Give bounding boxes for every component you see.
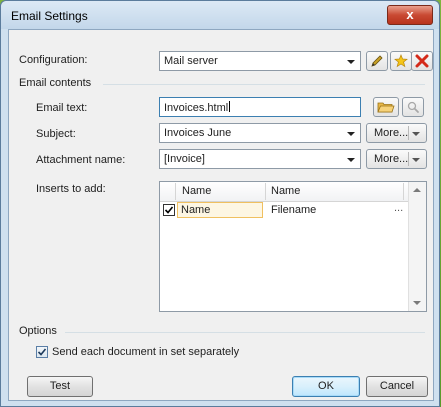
configuration-value: Mail server: [164, 55, 218, 67]
magnifier-icon: [407, 101, 419, 113]
cancel-button[interactable]: Cancel: [366, 376, 428, 397]
configuration-label: Configuration:: [19, 54, 88, 66]
chevron-down-icon: [347, 132, 355, 136]
email-settings-window: Email Settings x Configuration: Mail ser…: [0, 0, 440, 407]
close-button[interactable]: x: [387, 5, 433, 25]
split-divider: [408, 152, 409, 166]
row-name-cell: Name: [181, 204, 211, 216]
email-text-input[interactable]: Invoices.html: [159, 97, 361, 117]
column-divider: [403, 183, 404, 200]
email-contents-section-label: Email contents: [19, 77, 92, 89]
preview-button[interactable]: [402, 97, 424, 117]
grid-header: Name Name: [160, 182, 409, 202]
attachment-name-value: [Invoice]: [164, 153, 205, 165]
inserts-grid[interactable]: Name Name Name Filename ...: [159, 181, 427, 312]
section-divider: [103, 84, 425, 85]
column-divider: [175, 183, 176, 200]
browse-file-button[interactable]: [373, 97, 399, 117]
pencil-icon: [371, 55, 383, 67]
scroll-down-icon[interactable]: [413, 301, 421, 305]
table-row[interactable]: Name Filename ...: [160, 201, 409, 219]
subject-label: Subject:: [36, 128, 76, 140]
configuration-select[interactable]: Mail server: [159, 51, 361, 71]
subject-more-button[interactable]: More...: [366, 123, 427, 143]
more-button-label: More...: [374, 153, 409, 165]
subject-value: Invoices June: [164, 127, 232, 139]
column-header-value[interactable]: Name: [271, 185, 300, 197]
chevron-down-icon: [347, 158, 355, 162]
dialog-client-area: Configuration: Mail server Email content…: [8, 29, 434, 401]
send-separately-checkbox[interactable]: [36, 346, 48, 358]
row-value-cell: Filename: [271, 204, 317, 216]
send-separately-label[interactable]: Send each document in set separately: [52, 346, 239, 358]
email-text-label: Email text:: [36, 102, 88, 114]
subject-select[interactable]: Invoices June: [159, 123, 361, 143]
options-section-label: Options: [19, 325, 57, 337]
delete-x-icon: [415, 54, 429, 68]
email-text-value: Invoices.html: [164, 102, 229, 114]
column-header-name[interactable]: Name: [182, 185, 211, 197]
folder-icon: [377, 102, 395, 113]
checkmark-icon: [164, 206, 174, 214]
section-divider: [65, 332, 425, 333]
new-star-icon: [394, 54, 408, 68]
scroll-up-icon[interactable]: [413, 188, 421, 192]
chevron-down-icon: [347, 60, 355, 64]
attachment-name-select[interactable]: [Invoice]: [159, 149, 361, 169]
edit-configuration-button[interactable]: [366, 51, 388, 71]
split-divider: [408, 126, 409, 140]
ok-button[interactable]: OK: [292, 376, 360, 397]
grid-scrollbar[interactable]: [408, 182, 426, 311]
window-title: Email Settings: [11, 9, 88, 23]
chevron-down-icon: [412, 132, 420, 136]
text-caret: [229, 101, 231, 112]
chevron-down-icon: [412, 158, 420, 162]
new-configuration-button[interactable]: [390, 51, 412, 71]
attachment-more-button[interactable]: More...: [366, 149, 427, 169]
row-ellipsis-button[interactable]: ...: [394, 202, 403, 214]
inserts-to-add-label: Inserts to add:: [36, 183, 106, 195]
more-button-label: More...: [374, 127, 409, 139]
test-button[interactable]: Test: [27, 376, 93, 397]
attachment-name-label: Attachment name:: [36, 154, 126, 166]
column-divider: [265, 183, 266, 200]
checkmark-icon: [37, 348, 47, 356]
row-checkbox[interactable]: [163, 204, 175, 216]
delete-configuration-button[interactable]: [411, 51, 433, 71]
title-bar[interactable]: Email Settings x: [1, 1, 439, 29]
